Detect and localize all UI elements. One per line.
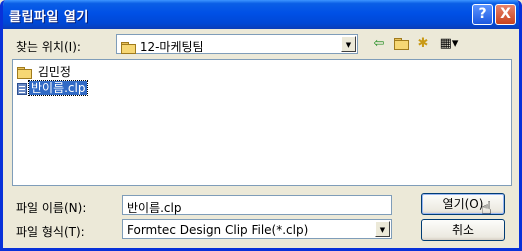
list-item[interactable]: 반이름.clp <box>17 80 89 96</box>
item-label: 반이름.clp <box>27 80 89 96</box>
item-label: 김민정 <box>37 65 71 79</box>
filetype-label: 파일 형식(T): <box>16 225 85 239</box>
back-arrow-icon[interactable]: ⇦ <box>370 35 388 53</box>
look-in-dropdown[interactable]: 12-마케팅팀 ▼ <box>116 34 358 54</box>
look-in-label: 찾는 위치(I): <box>16 40 81 54</box>
new-folder-icon[interactable]: ✱ <box>414 35 432 53</box>
filetype-value: Formtec Design Clip File(*.clp) <box>127 223 309 237</box>
folder-icon <box>17 67 32 79</box>
folder-up-icon[interactable] <box>392 35 410 53</box>
cancel-button[interactable]: 취소 <box>421 219 505 241</box>
folder-up-glyph <box>393 38 409 50</box>
open-button[interactable]: 열기(O) <box>421 193 505 215</box>
dialog-title: 클립파일 열기 <box>9 10 89 25</box>
list-item[interactable]: 김민정 <box>17 65 73 79</box>
filename-label: 파일 이름(N): <box>16 201 87 215</box>
chevron-down-icon[interactable]: ▼ <box>341 36 356 52</box>
file-list[interactable]: 김민정 반이름.clp <box>12 59 512 186</box>
mouse-pointer-icon: ☝ <box>481 198 492 219</box>
folder-icon <box>121 42 136 54</box>
close-button[interactable]: X <box>495 4 516 25</box>
help-button[interactable]: ? <box>472 4 493 25</box>
filename-input[interactable]: 반이름.clp <box>122 195 392 215</box>
look-in-current: 12-마케팅팀 <box>121 38 204 55</box>
view-menu-icon[interactable]: ▦▾ <box>436 35 462 53</box>
title-bar[interactable]: 클립파일 열기 ? X <box>3 0 519 29</box>
chevron-down-icon[interactable]: ▼ <box>375 221 390 237</box>
filename-value: 반이름.clp <box>127 201 182 215</box>
clip-file-icon <box>17 82 27 95</box>
look-in-value: 12-마케팅팀 <box>139 40 204 54</box>
open-clip-file-dialog: 클립파일 열기 ? X 찾는 위치(I): 12-마케팅팀 ▼ ⇦ ✱ ▦▾ 김… <box>0 0 522 251</box>
filetype-dropdown[interactable]: Formtec Design Clip File(*.clp) ▼ <box>122 219 392 239</box>
